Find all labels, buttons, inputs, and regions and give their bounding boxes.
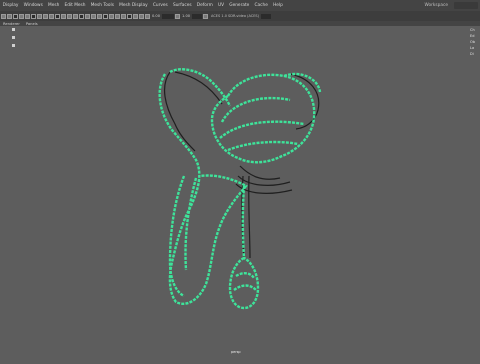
model-curve-top (174, 71, 223, 105)
menu-panels[interactable]: Panels (23, 22, 41, 26)
gamma-value[interactable]: 1.00 (182, 14, 190, 18)
wireframe-model[interactable] (158, 68, 322, 310)
menu-mesh-tools[interactable]: Mesh Tools (88, 3, 116, 8)
menu-renderer[interactable]: Renderer (0, 22, 23, 26)
move-tool-icon[interactable] (12, 36, 15, 39)
backface-culling-icon[interactable] (145, 13, 150, 19)
tab-layers[interactable]: La (466, 46, 480, 50)
textured-icon[interactable] (85, 13, 90, 19)
exposure-value[interactable]: 0.00 (152, 14, 160, 18)
camera-name-label: persp (231, 350, 241, 354)
xray-joints-icon[interactable] (139, 13, 144, 19)
3d-viewport[interactable] (0, 26, 480, 360)
gamma-icon[interactable] (175, 13, 181, 19)
menu-curves[interactable]: Curves (150, 3, 170, 8)
select-camera-icon[interactable] (1, 13, 6, 19)
image-plane-icon[interactable] (19, 13, 24, 19)
model-neck-lines (235, 165, 293, 194)
menu-cache[interactable]: Cache (252, 3, 271, 8)
grid-icon[interactable] (25, 13, 30, 19)
menu-deform[interactable]: Deform (194, 3, 215, 8)
model-left-tube-inner (168, 175, 198, 298)
tab-object-details[interactable]: Ob (466, 40, 480, 44)
tab-channel-box[interactable]: Ch (466, 28, 480, 32)
model-bulb (210, 73, 316, 164)
lights-icon[interactable] (91, 13, 96, 19)
workspace-label[interactable]: Workspace (425, 0, 449, 11)
camera-attributes-icon[interactable] (7, 13, 12, 19)
tab-attribute-editor[interactable]: Ed (466, 34, 480, 38)
color-management-icon[interactable] (203, 13, 209, 19)
workspace-dropdown[interactable] (454, 2, 478, 9)
menu-generate[interactable]: Generate (227, 3, 252, 8)
model-pendant (228, 256, 260, 310)
film-gate-icon[interactable] (31, 13, 36, 19)
main-menubar: Display Windows Mesh Edit Mesh Mesh Tool… (0, 0, 480, 11)
smooth-shade-icon[interactable] (73, 13, 78, 19)
panel-toolbar: 0.00 1.00 ACES 1.0 SDR-video (ACES) (0, 11, 480, 21)
menu-surfaces[interactable]: Surfaces (170, 3, 194, 8)
field-chart-icon[interactable] (49, 13, 54, 19)
menu-mesh-display[interactable]: Mesh Display (117, 3, 151, 8)
xray-icon[interactable] (133, 13, 138, 19)
viewport-canvas[interactable] (0, 26, 480, 360)
gate-mask-icon[interactable] (43, 13, 48, 19)
resolution-gate-icon[interactable] (37, 13, 42, 19)
menu-display[interactable]: Display (0, 3, 21, 8)
anti-aliasing-icon[interactable] (115, 13, 120, 19)
model-stem (241, 185, 246, 259)
gamma-field[interactable] (192, 13, 203, 19)
model-pendant-inner (233, 272, 257, 291)
channel-box-tabs: Ch Ed Ob La Di (466, 26, 480, 56)
viewport-tool-strip (11, 28, 16, 52)
exposure-field[interactable] (162, 13, 175, 19)
model-top-loop (169, 68, 232, 107)
depth-of-field-icon[interactable] (121, 13, 126, 19)
motion-blur-icon[interactable] (109, 13, 114, 19)
view-transform-dropdown[interactable] (261, 13, 272, 19)
menu-uv[interactable]: UV (215, 3, 226, 8)
safe-title-icon[interactable] (61, 13, 66, 19)
bookmark-icon[interactable] (13, 13, 18, 19)
safe-action-icon[interactable] (55, 13, 60, 19)
ambient-occlusion-icon[interactable] (103, 13, 108, 19)
rotate-tool-icon[interactable] (12, 44, 15, 47)
menu-edit-mesh[interactable]: Edit Mesh (62, 3, 88, 8)
select-tool-icon[interactable] (12, 28, 15, 31)
view-transform-label[interactable]: ACES 1.0 SDR-video (ACES) (211, 14, 259, 18)
shadows-icon[interactable] (97, 13, 102, 19)
wireframe-on-shaded-icon[interactable] (79, 13, 84, 19)
wireframe-icon[interactable] (67, 13, 72, 19)
model-bulb-inner (219, 96, 305, 152)
menu-help[interactable]: Help (270, 3, 285, 8)
menu-windows[interactable]: Windows (21, 3, 45, 8)
isolate-select-icon[interactable] (127, 13, 132, 19)
menu-mesh[interactable]: Mesh (45, 3, 62, 8)
tab-display[interactable]: Di (466, 52, 480, 56)
